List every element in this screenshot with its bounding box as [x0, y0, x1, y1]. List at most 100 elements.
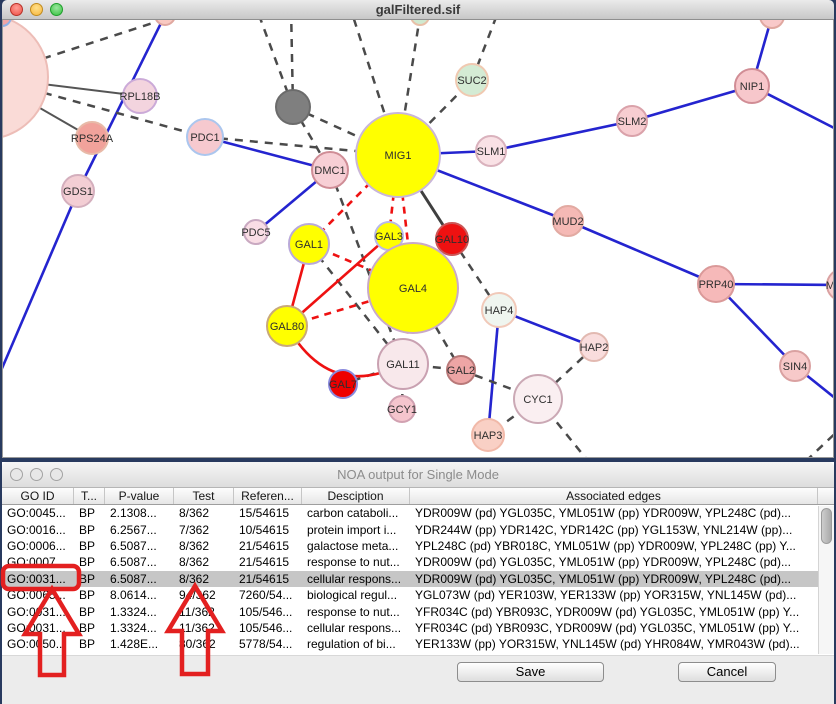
table-cell: 105/546... [234, 621, 302, 635]
node-label: GDS1 [63, 186, 93, 198]
node-bigleft[interactable] [3, 20, 48, 139]
table-cell: 1.3324... [105, 605, 174, 619]
table-cell: BP [74, 572, 105, 586]
scrollbar-thumb[interactable] [821, 508, 832, 544]
zoom-button[interactable] [50, 3, 63, 16]
column-header-test[interactable]: Test [174, 488, 234, 504]
table-cell: biological regul... [302, 588, 410, 602]
table-row[interactable]: GO:0065...BP8.0614...94/3627260/54...bio… [2, 587, 834, 603]
minimize-button[interactable] [30, 468, 43, 481]
table-cell: YFR034C (pd) YBR093C, YDR009W (pd) YGL03… [410, 605, 818, 619]
close-button[interactable] [10, 468, 23, 481]
table-cell: 80/362 [174, 637, 234, 651]
table-cell: GO:0031... [2, 605, 74, 619]
zoom-button[interactable] [50, 468, 63, 481]
table-row[interactable]: GO:0006...BP6.5087...8/36221/54615galact… [2, 538, 834, 554]
table-cell: response to nut... [302, 555, 410, 569]
table-cell: 6.5087... [105, 555, 174, 569]
close-button[interactable] [10, 3, 23, 16]
noa-window-title: NOA output for Single Mode [337, 467, 499, 482]
table-cell: 8.0614... [105, 588, 174, 602]
table-cell: BP [74, 523, 105, 537]
edge[interactable] [568, 221, 716, 284]
noa-output-window: NOA output for Single Mode GO IDT...P-va… [2, 462, 834, 704]
edge[interactable] [632, 86, 752, 121]
table-cell: GO:0007... [2, 555, 74, 569]
dialog-footer: Save Cancel [2, 655, 834, 704]
table-row[interactable]: GO:0045...BP2.1308...8/36215/54615carbon… [2, 505, 834, 521]
table-cell: 11/362 [174, 621, 234, 635]
save-button[interactable]: Save [457, 662, 604, 682]
table-cell: GO:0050... [2, 637, 74, 651]
node-toprightpink[interactable] [760, 20, 784, 28]
window-controls-inactive [10, 468, 63, 481]
table-cell: YFR034C (pd) YBR093C, YDR009W (pd) YGL03… [410, 621, 818, 635]
table-row[interactable]: GO:0031...BP1.3324...11/362105/546...cel… [2, 620, 834, 636]
table-cell: BP [74, 605, 105, 619]
column-header-t-[interactable]: T... [74, 488, 105, 504]
cancel-button[interactable]: Cancel [678, 662, 776, 682]
node-label: GAL3 [375, 231, 403, 243]
column-header-associated-edges[interactable]: Associated edges [410, 488, 818, 504]
node-label: MS [826, 280, 833, 292]
node-label: CYC1 [523, 394, 552, 406]
node-label: HAP3 [474, 430, 503, 442]
node-label: PDC1 [190, 132, 219, 144]
column-header-referen-[interactable]: Referen... [234, 488, 302, 504]
node-label: PRP40 [699, 279, 734, 291]
node-label: GAL4 [399, 283, 427, 295]
table-cell: cellular respons... [302, 572, 410, 586]
table-cell: 2.1308... [105, 506, 174, 520]
table-row[interactable]: GO:0016...BP6.2567...7/36210/54615protei… [2, 521, 834, 537]
table-cell: 6.5087... [105, 539, 174, 553]
network-canvas[interactable]: RPL18BRPS24APDC1GDS1DMC1MIG1SUC2SLM1SLM2… [2, 20, 834, 458]
node-label: GCY1 [387, 404, 417, 416]
node-label: HAP4 [485, 305, 514, 317]
graph-window: galFiltered.sif RPL18BRPS24APDC1GDS1DMC1… [2, 0, 834, 458]
node-label: GAL1 [295, 239, 323, 251]
table-row[interactable]: GO:0031...BP6.5087...8/36221/54615cellul… [2, 571, 834, 587]
table-body: GO:0045...BP2.1308...8/36215/54615carbon… [2, 505, 834, 653]
table-header[interactable]: GO IDT...P-valueTestReferen...Desciption… [2, 488, 834, 505]
node-graynode[interactable] [276, 90, 310, 124]
table-cell: BP [74, 588, 105, 602]
column-header-p-value[interactable]: P-value [105, 488, 174, 504]
network-svg[interactable]: RPL18BRPS24APDC1GDS1DMC1MIG1SUC2SLM1SLM2… [3, 20, 833, 457]
table-cell: 8/362 [174, 572, 234, 586]
table-cell: 7260/54... [234, 588, 302, 602]
node-label: SIN4 [783, 361, 807, 373]
table-cell: protein import i... [302, 523, 410, 537]
noa-window-titlebar[interactable]: NOA output for Single Mode [2, 462, 834, 488]
node-label: DMC1 [314, 165, 345, 177]
graph-window-titlebar[interactable]: galFiltered.sif [2, 0, 834, 20]
table-cell: galactose meta... [302, 539, 410, 553]
node-toppink[interactable] [155, 20, 175, 25]
minimize-button[interactable] [30, 3, 43, 16]
node-label: SUC2 [457, 75, 486, 87]
node-topgreen[interactable] [411, 20, 429, 25]
table-cell: 8/362 [174, 539, 234, 553]
vertical-scrollbar[interactable] [818, 506, 834, 654]
node-label: RPL18B [120, 91, 161, 103]
node-label: GAL10 [435, 234, 469, 246]
column-header-go-id[interactable]: GO ID [2, 488, 74, 504]
table-cell: 21/54615 [234, 539, 302, 553]
graph-window-title: galFiltered.sif [376, 2, 461, 17]
node-label: GAL2 [447, 365, 475, 377]
table-cell: cellular respons... [302, 621, 410, 635]
edge[interactable] [491, 121, 632, 151]
table-row[interactable]: GO:0007...BP6.5087...8/36221/54615respon… [2, 554, 834, 570]
table-cell: BP [74, 621, 105, 635]
edge[interactable] [3, 191, 78, 429]
edge[interactable] [806, 425, 833, 457]
table-cell: 94/362 [174, 588, 234, 602]
table-cell: regulation of bi... [302, 637, 410, 651]
edge[interactable] [488, 310, 499, 435]
table-cell: 11/362 [174, 605, 234, 619]
table-row[interactable]: GO:0050...BP1.428E...80/3625778/54...reg… [2, 636, 834, 652]
node-label: MIG1 [385, 150, 412, 162]
table-cell: YDR009W (pd) YGL035C, YML051W (pp) YDR00… [410, 555, 818, 569]
table-row[interactable]: GO:0031...BP1.3324...11/362105/546...res… [2, 603, 834, 619]
column-header-desciption[interactable]: Desciption [302, 488, 410, 504]
table-cell: BP [74, 506, 105, 520]
